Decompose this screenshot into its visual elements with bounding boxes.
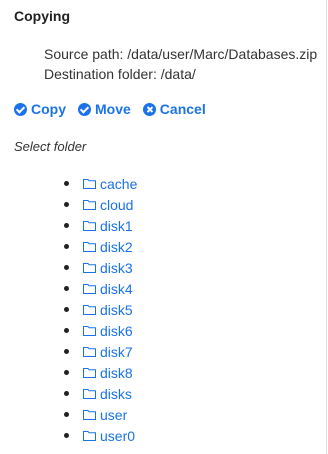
folder-link-disk8[interactable]: disk8 [83,365,133,381]
copy-button-label: Copy [31,101,66,117]
x-circle-icon [142,102,156,116]
bullet [64,181,69,186]
cancel-button[interactable]: Cancel [142,101,206,117]
folder-item: disk4 [64,278,137,299]
destination-folder-text: Destination folder: /data/ [44,66,196,82]
folder-item: disk1 [64,215,137,236]
folder-icon [83,284,96,294]
folder-link-disk1[interactable]: disk1 [83,218,133,234]
move-button[interactable]: Move [78,101,131,117]
folder-icon [83,410,96,420]
folder-item: disks [64,383,137,404]
folder-name: disk6 [100,322,133,339]
folder-name: user [100,406,128,423]
folder-link-user0[interactable]: user0 [83,428,135,444]
folder-link-disk5[interactable]: disk5 [83,302,133,318]
folder-icon [83,200,96,210]
cancel-button-label: Cancel [159,101,206,117]
folder-name: disk1 [100,217,133,234]
folder-name: disk3 [100,259,133,276]
folder-name: cache [100,175,138,192]
folder-item: disk7 [64,341,137,362]
bullet [64,412,69,417]
folder-link-disk4[interactable]: disk4 [83,281,133,297]
folder-icon [83,305,96,315]
folder-item: cache [64,173,137,194]
folder-item: user [64,404,137,425]
folder-name: user0 [100,427,136,444]
bullet [64,202,69,207]
bullet [64,307,69,312]
source-path-text: Source path: /data/user/Marc/Databases.z… [44,46,318,62]
folder-icon [83,179,96,189]
folder-item: disk3 [64,257,137,278]
folder-link-disk2[interactable]: disk2 [83,239,133,255]
folder-list: cache cloud disk1 disk2 disk3 disk4 disk… [64,173,137,446]
folder-name: cloud [100,196,134,213]
folder-name: disk5 [100,301,133,318]
page-title: Copying [14,8,70,24]
folder-item: disk2 [64,236,137,257]
folder-name: disk2 [100,238,133,255]
select-folder-label: Select folder [14,139,87,154]
copy-button[interactable]: Copy [14,101,66,117]
copy-info: Source path: /data/user/Marc/Databases.z… [44,44,317,84]
bullet [64,391,69,396]
bullet [64,265,69,270]
folder-icon [83,263,96,273]
folder-icon [83,431,96,441]
folder-icon [83,242,96,252]
bullet [64,349,69,354]
check-circle-icon [78,102,91,116]
folder-name: disks [100,385,132,402]
bullet [64,223,69,228]
bullet [64,328,69,333]
dialog-frame: Copying Source path: /data/user/Marc/Dat… [0,0,327,454]
folder-name: disk7 [100,343,133,360]
folder-name: disk8 [100,364,133,381]
move-button-label: Move [95,101,131,117]
folder-item: disk6 [64,320,137,341]
folder-item: disk8 [64,362,137,383]
bullet [64,370,69,375]
folder-link-cloud[interactable]: cloud [83,197,133,213]
bullet [64,433,69,438]
bullet [64,286,69,291]
folder-item: cloud [64,194,137,215]
folder-link-user[interactable]: user [83,407,127,423]
action-bar: Copy Move Cancel [14,101,206,117]
bullet [64,244,69,249]
check-circle-icon [14,102,27,116]
folder-icon [83,326,96,336]
folder-icon [83,389,96,399]
folder-icon [83,221,96,231]
folder-item: disk5 [64,299,137,320]
folder-name: disk4 [100,280,133,297]
folder-link-disk6[interactable]: disk6 [83,323,133,339]
folder-icon [83,368,96,378]
folder-item: user0 [64,425,137,446]
folder-link-disks[interactable]: disks [83,386,132,402]
folder-link-cache[interactable]: cache [83,176,137,192]
folder-link-disk3[interactable]: disk3 [83,260,133,276]
folder-icon [83,347,96,357]
folder-link-disk7[interactable]: disk7 [83,344,133,360]
